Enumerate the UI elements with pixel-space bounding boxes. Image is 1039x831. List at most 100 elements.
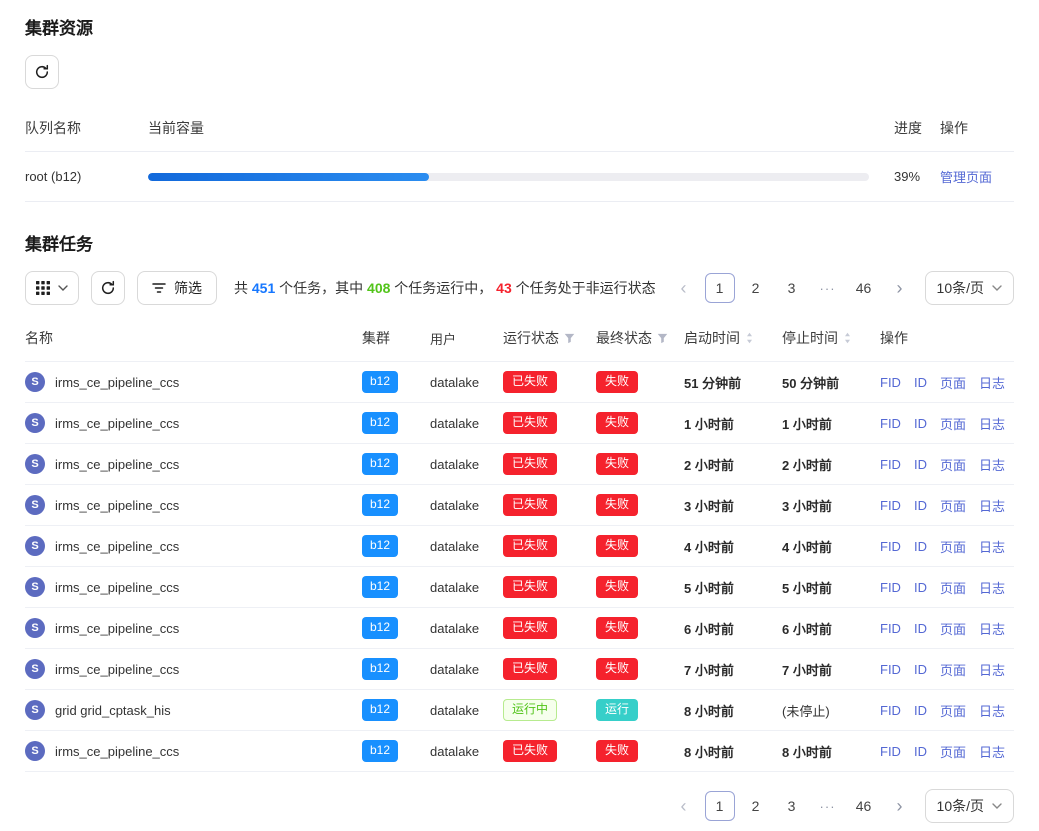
task-avatar: S xyxy=(25,413,45,433)
stop-time: 7 小时前 xyxy=(782,663,832,678)
sort-icon[interactable] xyxy=(745,331,754,345)
pagination-ellipsis[interactable]: ··· xyxy=(813,791,843,821)
id-link[interactable]: ID xyxy=(914,457,927,472)
table-row: Sirms_ce_pipeline_ccs b12 datalake 已失败 失… xyxy=(25,649,1014,690)
fid-link[interactable]: FID xyxy=(880,375,901,390)
pagination-page-3[interactable]: 3 xyxy=(777,791,807,821)
pagination-next-icon[interactable]: › xyxy=(885,791,915,821)
tasks-summary: 共 451 个任务，其中 408 个任务运行中， 43 个任务处于非运行状态 xyxy=(234,278,656,298)
summary-running-count: 408 xyxy=(367,280,390,296)
log-link[interactable]: 日志 xyxy=(979,455,1005,474)
stop-time: 6 小时前 xyxy=(782,622,832,637)
toolbar-left: 筛选 xyxy=(25,271,217,305)
pagination-page-46[interactable]: 46 xyxy=(849,273,879,303)
pagination-page-2[interactable]: 2 xyxy=(741,791,771,821)
page-link[interactable]: 页面 xyxy=(940,578,966,597)
page-link[interactable]: 页面 xyxy=(940,742,966,761)
tasks-toolbar: 筛选 共 451 个任务，其中 408 个任务运行中， 43 个任务处于非运行状… xyxy=(25,271,1014,305)
resources-refresh-button[interactable] xyxy=(25,55,59,89)
page-link[interactable]: 页面 xyxy=(940,619,966,638)
task-name: irms_ce_pipeline_ccs xyxy=(55,416,179,431)
view-mode-button[interactable] xyxy=(25,271,79,305)
manage-page-link[interactable]: 管理页面 xyxy=(940,170,992,185)
pagination-page-46[interactable]: 46 xyxy=(849,791,879,821)
summary-text: 个任务处于非运行状态 xyxy=(512,280,656,296)
fid-link[interactable]: FID xyxy=(880,621,901,636)
fid-link[interactable]: FID xyxy=(880,498,901,513)
id-link[interactable]: ID xyxy=(914,744,927,759)
page-link[interactable]: 页面 xyxy=(940,537,966,556)
filter-funnel-icon[interactable] xyxy=(564,333,575,344)
page-link[interactable]: 页面 xyxy=(940,414,966,433)
id-link[interactable]: ID xyxy=(914,539,927,554)
col-queue-name: 队列名称 xyxy=(25,118,148,138)
log-link[interactable]: 日志 xyxy=(979,742,1005,761)
sort-icon[interactable] xyxy=(843,331,852,345)
id-link[interactable]: ID xyxy=(914,662,927,677)
queue-name: root (b12) xyxy=(25,169,148,184)
fid-link[interactable]: FID xyxy=(880,416,901,431)
table-row: Sirms_ce_pipeline_ccs b12 datalake 已失败 失… xyxy=(25,403,1014,444)
pagination-ellipsis[interactable]: ··· xyxy=(813,273,843,303)
page-size-select[interactable]: 10条/页 xyxy=(925,789,1014,823)
id-link[interactable]: ID xyxy=(914,621,927,636)
filter-button[interactable]: 筛选 xyxy=(137,271,217,305)
log-link[interactable]: 日志 xyxy=(979,496,1005,515)
log-link[interactable]: 日志 xyxy=(979,537,1005,556)
page-link[interactable]: 页面 xyxy=(940,373,966,392)
task-user: datalake xyxy=(430,703,503,718)
filter-funnel-icon[interactable] xyxy=(657,333,668,344)
bottom-pagination: ‹ 1 2 3 ··· 46 › 10条/页 xyxy=(25,789,1014,823)
summary-text: 个任务，其中 xyxy=(275,280,367,296)
fid-link[interactable]: FID xyxy=(880,662,901,677)
fid-link[interactable]: FID xyxy=(880,539,901,554)
pagination-prev-icon[interactable]: ‹ xyxy=(669,273,699,303)
task-user: datalake xyxy=(430,457,503,472)
log-link[interactable]: 日志 xyxy=(979,701,1005,720)
pagination-page-1[interactable]: 1 xyxy=(705,791,735,821)
table-row: Sirms_ce_pipeline_ccs b12 datalake 已失败 失… xyxy=(25,608,1014,649)
cluster-badge: b12 xyxy=(362,535,398,556)
cluster-badge: b12 xyxy=(362,740,398,761)
id-link[interactable]: ID xyxy=(914,703,927,718)
id-link[interactable]: ID xyxy=(914,580,927,595)
task-avatar: S xyxy=(25,741,45,761)
fid-link[interactable]: FID xyxy=(880,703,901,718)
log-link[interactable]: 日志 xyxy=(979,660,1005,679)
table-row: Sirms_ce_pipeline_ccs b12 datalake 已失败 失… xyxy=(25,485,1014,526)
log-link[interactable]: 日志 xyxy=(979,578,1005,597)
page-link[interactable]: 页面 xyxy=(940,455,966,474)
table-row: Sirms_ce_pipeline_ccs b12 datalake 已失败 失… xyxy=(25,526,1014,567)
pagination-page-1[interactable]: 1 xyxy=(705,273,735,303)
table-row: Sirms_ce_pipeline_ccs b12 datalake 已失败 失… xyxy=(25,444,1014,485)
id-link[interactable]: ID xyxy=(914,375,927,390)
run-status-badge: 已失败 xyxy=(503,535,557,556)
id-link[interactable]: ID xyxy=(914,416,927,431)
cluster-badge: b12 xyxy=(362,412,398,433)
run-status-badge: 已失败 xyxy=(503,617,557,638)
pagination-next-icon[interactable]: › xyxy=(885,273,915,303)
capacity-cell xyxy=(148,173,894,181)
page-link[interactable]: 页面 xyxy=(940,660,966,679)
final-status-badge: 失败 xyxy=(596,576,638,597)
fid-link[interactable]: FID xyxy=(880,580,901,595)
pagination-page-2[interactable]: 2 xyxy=(741,273,771,303)
tasks-refresh-button[interactable] xyxy=(91,271,125,305)
log-link[interactable]: 日志 xyxy=(979,373,1005,392)
task-name: irms_ce_pipeline_ccs xyxy=(55,744,179,759)
page-size-select[interactable]: 10条/页 xyxy=(925,271,1014,305)
page-link[interactable]: 页面 xyxy=(940,496,966,515)
task-name: irms_ce_pipeline_ccs xyxy=(55,457,179,472)
task-user: datalake xyxy=(430,621,503,636)
log-link[interactable]: 日志 xyxy=(979,619,1005,638)
pagination-page-3[interactable]: 3 xyxy=(777,273,807,303)
start-time: 2 小时前 xyxy=(684,458,734,473)
fid-link[interactable]: FID xyxy=(880,744,901,759)
page-link[interactable]: 页面 xyxy=(940,701,966,720)
table-row: Sirms_ce_pipeline_ccs b12 datalake 已失败 失… xyxy=(25,567,1014,608)
fid-link[interactable]: FID xyxy=(880,457,901,472)
id-link[interactable]: ID xyxy=(914,498,927,513)
stop-time: 4 小时前 xyxy=(782,540,832,555)
pagination-prev-icon[interactable]: ‹ xyxy=(669,791,699,821)
log-link[interactable]: 日志 xyxy=(979,414,1005,433)
